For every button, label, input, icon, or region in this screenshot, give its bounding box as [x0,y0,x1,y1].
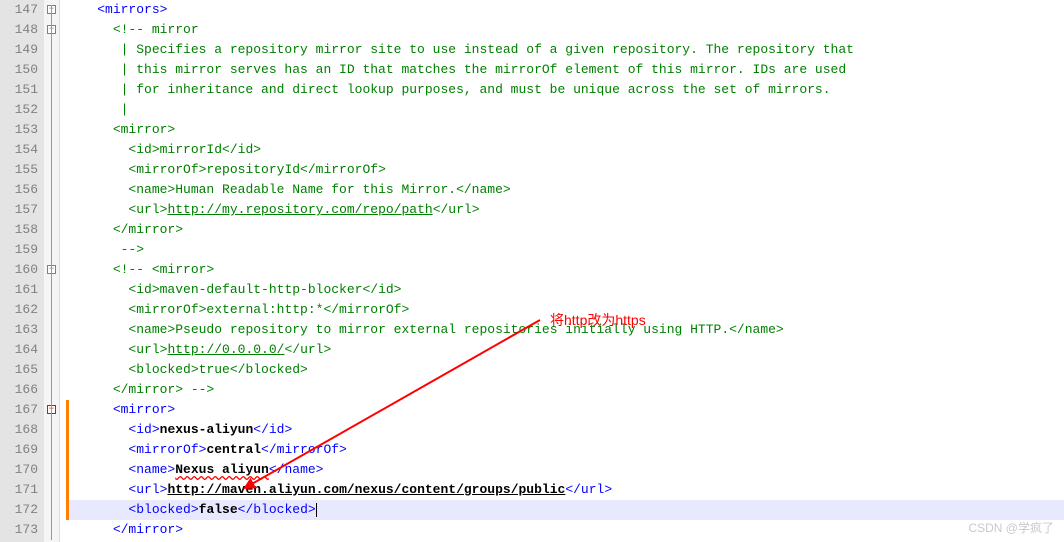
code-line[interactable]: </mirror> --> [66,380,1064,400]
change-marker [66,500,69,520]
line-number: 157 [4,200,38,220]
line-number: 165 [4,360,38,380]
line-number: 156 [4,180,38,200]
line-number: 158 [4,220,38,240]
line-number: 172 [4,500,38,520]
line-number-gutter: 1471481491501511521531541551561571581591… [0,0,44,542]
line-number: 149 [4,40,38,60]
line-number: 160 [4,260,38,280]
code-line[interactable]: </mirror> [66,520,1064,540]
line-number: 163 [4,320,38,340]
line-number: 166 [4,380,38,400]
code-line[interactable]: --> [66,240,1064,260]
code-line[interactable]: <!-- mirror [66,20,1064,40]
line-number: 159 [4,240,38,260]
code-area[interactable]: <mirrors> <!-- mirror | Specifies a repo… [60,0,1064,542]
code-line[interactable]: <id>maven-default-http-blocker</id> [66,280,1064,300]
line-number: 152 [4,100,38,120]
code-line[interactable]: <mirrorOf>central</mirrorOf> [66,440,1064,460]
code-line[interactable]: <id>nexus-aliyun</id> [66,420,1064,440]
code-line[interactable]: <mirrorOf>repositoryId</mirrorOf> [66,160,1064,180]
line-number: 150 [4,60,38,80]
line-number: 164 [4,340,38,360]
change-marker [66,440,69,460]
code-line[interactable]: | Specifies a repository mirror site to … [66,40,1064,60]
fold-column[interactable]: −−−− [44,0,60,542]
line-number: 154 [4,140,38,160]
line-number: 153 [4,120,38,140]
code-line[interactable]: <mirrorOf>external:http:*</mirrorOf> [66,300,1064,320]
line-number: 167 [4,400,38,420]
code-line[interactable]: | [66,100,1064,120]
code-line[interactable]: </mirror> [66,220,1064,240]
code-line[interactable]: <blocked>false</blocked> [66,500,1064,520]
code-line[interactable]: <mirrors> [66,0,1064,20]
code-line[interactable]: <name>Nexus aliyun</name> [66,460,1064,480]
code-line[interactable]: <url>http://maven.aliyun.com/nexus/conte… [66,480,1064,500]
change-marker [66,420,69,440]
line-number: 173 [4,520,38,540]
change-marker [66,460,69,480]
code-line[interactable]: <url>http://0.0.0.0/</url> [66,340,1064,360]
change-marker [66,480,69,500]
line-number: 155 [4,160,38,180]
line-number: 148 [4,20,38,40]
line-number: 171 [4,480,38,500]
line-number: 161 [4,280,38,300]
code-line[interactable]: <mirror> [66,400,1064,420]
code-line[interactable]: <id>mirrorId</id> [66,140,1064,160]
code-line[interactable]: <blocked>true</blocked> [66,360,1064,380]
line-number: 169 [4,440,38,460]
line-number: 151 [4,80,38,100]
code-line[interactable]: <url>http://my.repository.com/repo/path<… [66,200,1064,220]
line-number: 147 [4,0,38,20]
code-line[interactable]: | for inheritance and direct lookup purp… [66,80,1064,100]
code-editor[interactable]: 1471481491501511521531541551561571581591… [0,0,1064,542]
code-line[interactable]: | this mirror serves has an ID that matc… [66,60,1064,80]
code-line[interactable]: <mirror> [66,120,1064,140]
code-line[interactable]: <name>Pseudo repository to mirror extern… [66,320,1064,340]
change-marker [66,400,69,420]
line-number: 168 [4,420,38,440]
line-number: 170 [4,460,38,480]
code-line[interactable]: <!-- <mirror> [66,260,1064,280]
code-line[interactable]: <name>Human Readable Name for this Mirro… [66,180,1064,200]
line-number: 162 [4,300,38,320]
